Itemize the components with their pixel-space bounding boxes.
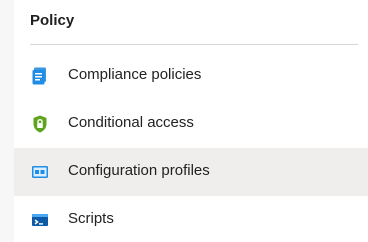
- nav-item-configuration-profiles[interactable]: Configuration profiles: [14, 148, 368, 196]
- shield-lock-icon: [33, 115, 47, 133]
- section-title: Policy: [30, 12, 75, 29]
- terminal-script-icon: [32, 214, 48, 226]
- nav-label-compliance-policies: Compliance policies: [68, 66, 202, 83]
- compliance-policy-icon: [32, 67, 46, 85]
- configuration-profile-icon: [32, 166, 48, 178]
- nav-label-scripts: Scripts: [68, 210, 114, 227]
- nav-label-conditional-access: Conditional access: [68, 114, 194, 131]
- policy-nav-list: Compliance policies Conditional access C…: [14, 52, 368, 242]
- section-divider: [30, 44, 358, 45]
- nav-item-scripts[interactable]: Scripts: [14, 196, 368, 242]
- nav-item-conditional-access[interactable]: Conditional access: [14, 100, 368, 148]
- left-edge-strip: [0, 0, 14, 242]
- nav-item-compliance-policies[interactable]: Compliance policies: [14, 52, 368, 100]
- nav-label-configuration-profiles: Configuration profiles: [68, 162, 210, 179]
- policy-menu-panel: Policy Compliance policies Conditional a…: [0, 0, 368, 242]
- policy-section-header: Policy: [14, 0, 358, 46]
